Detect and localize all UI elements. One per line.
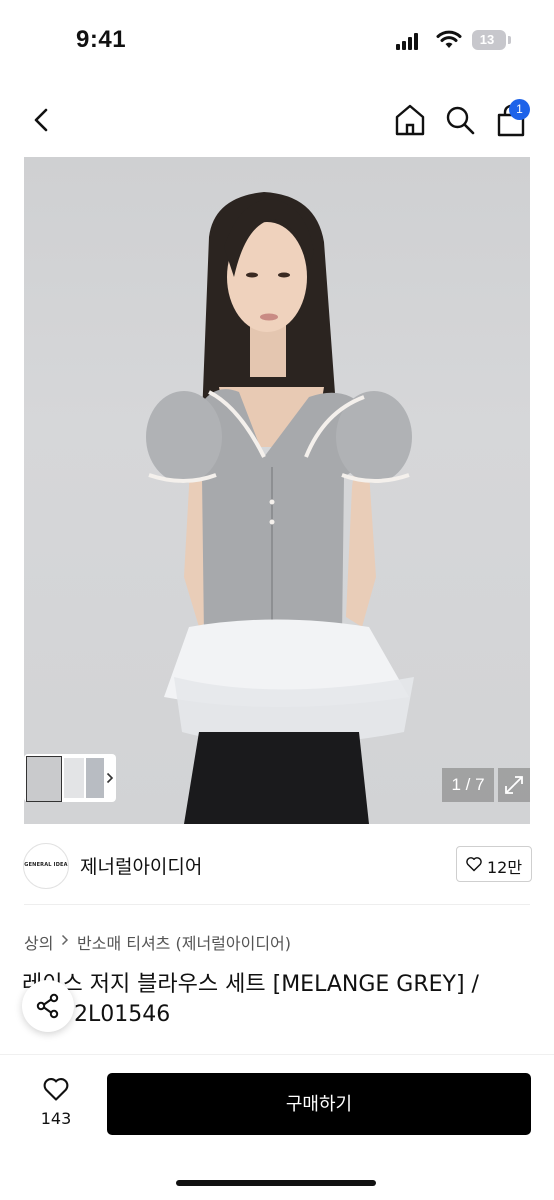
product-title-line2: 2L01546 (74, 1002, 171, 1027)
model-photo-illustration (146, 192, 414, 824)
cart-count-badge: 1 (509, 99, 530, 120)
expand-icon[interactable] (498, 768, 530, 802)
breadcrumb-category[interactable]: 상의 (24, 930, 53, 954)
wishlist-count: 143 (40, 1109, 72, 1128)
battery-level: 13 (479, 32, 495, 47)
thumbnail-strip[interactable] (24, 754, 116, 802)
cellular-signal-icon (396, 32, 422, 50)
product-title-line1: 레이스 저지 블라우스 세트 [MELANGE GREY] / (22, 972, 479, 997)
heart-icon (466, 857, 482, 872)
wifi-icon (436, 30, 462, 48)
product-image[interactable] (24, 157, 530, 824)
status-time: 9:41 (76, 26, 127, 53)
brand-logo-text: GENERAL IDEA (24, 862, 68, 868)
heart-icon (43, 1078, 69, 1101)
share-icon (36, 993, 59, 1019)
battery-icon: 13 (472, 30, 506, 50)
thumbnail[interactable] (64, 758, 84, 798)
brand-like-button[interactable]: 12만 (456, 846, 532, 882)
share-button[interactable] (22, 980, 74, 1032)
thumbnail-selected[interactable] (26, 756, 62, 802)
battery-cap (508, 36, 511, 44)
breadcrumb-subcategory[interactable]: 반소매 티셔츠 (제너럴아이디어) (77, 930, 291, 954)
chevron-right-icon (106, 772, 114, 784)
home-indicator (176, 1180, 376, 1186)
buy-button[interactable]: 구매하기 (107, 1073, 531, 1135)
search-icon[interactable] (444, 104, 476, 136)
brand-name[interactable]: 제너럴아이디어 (80, 852, 202, 879)
divider (24, 904, 530, 905)
back-icon[interactable] (26, 104, 58, 136)
thumbnail[interactable] (86, 758, 104, 798)
chevron-right-icon (61, 934, 69, 946)
brand-like-count: 12만 (487, 858, 523, 877)
bottom-bar-divider (0, 1054, 554, 1055)
image-counter: 1 / 7 (442, 768, 494, 802)
home-icon[interactable] (392, 102, 428, 138)
brand-logo[interactable]: GENERAL IDEA (23, 843, 69, 889)
